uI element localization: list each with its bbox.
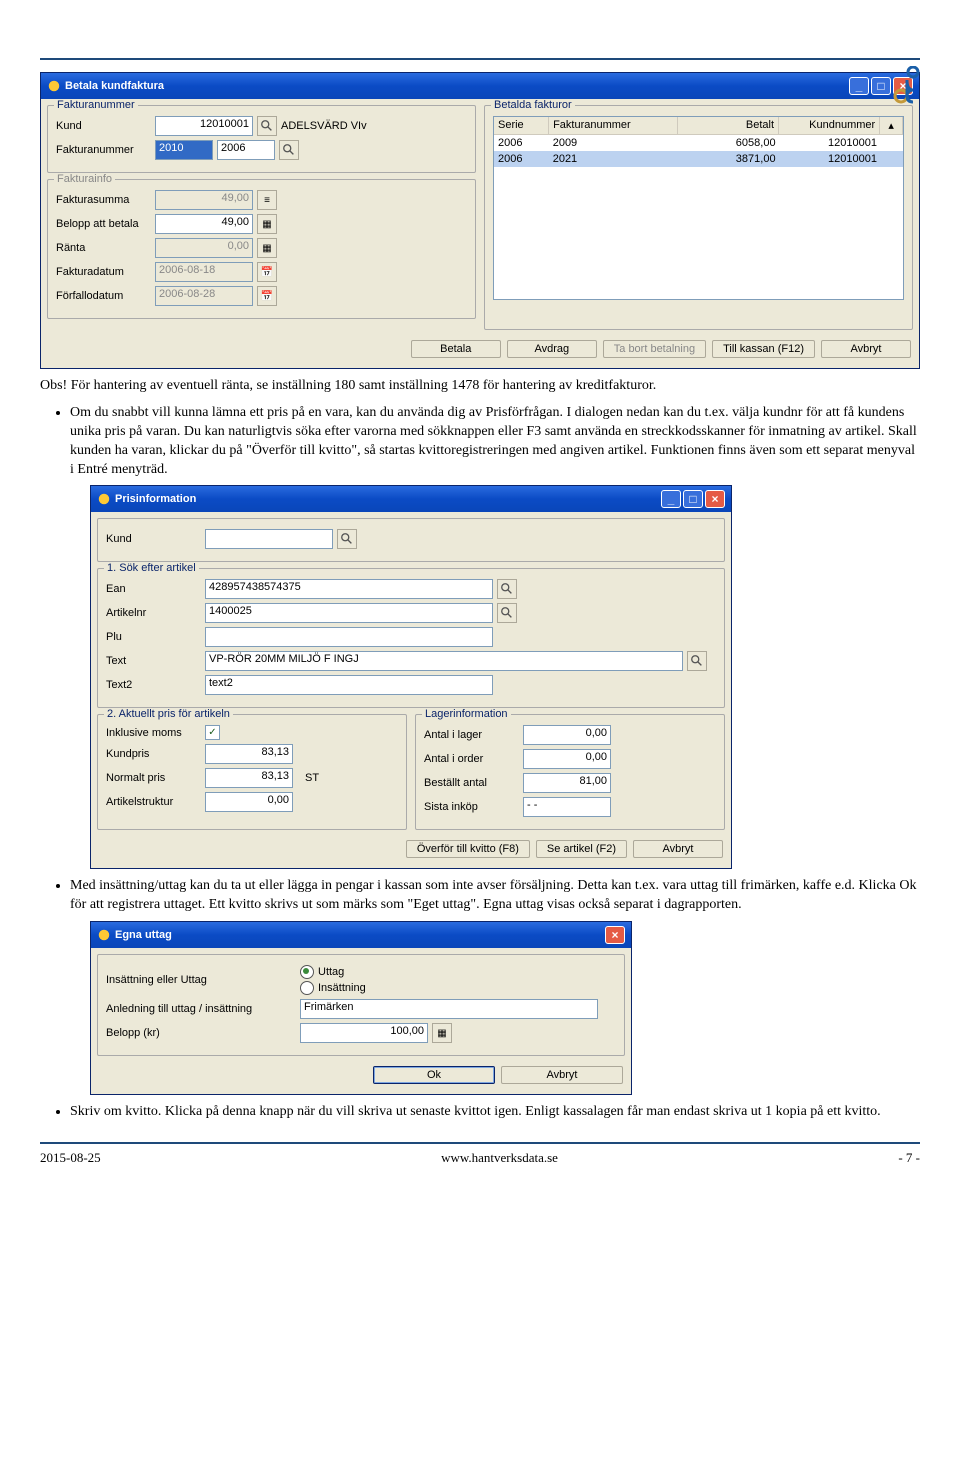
search-icon[interactable] <box>687 651 707 671</box>
calculator-icon[interactable]: ▦ <box>432 1023 452 1043</box>
kund-input[interactable]: 12010001 <box>155 116 253 136</box>
ean-input[interactable]: 428957438574375 <box>205 579 493 599</box>
dialog-prisinformation: Prisinformation _ □ × Kund 1. Sök efter … <box>90 485 732 869</box>
group-aktuellt-pris: 2. Aktuellt pris för artikeln Inklusive … <box>97 714 407 830</box>
para-obs: Obs! För hantering av eventuell ränta, s… <box>40 377 920 396</box>
group-kund: Kund <box>97 518 725 562</box>
listview-row[interactable]: 2006 2021 3871,00 12010001 <box>494 151 903 167</box>
kund-name: ADELSVÄRD VIv <box>281 120 367 132</box>
listview-header: Serie Fakturanummer Betalt Kundnummer ▴ <box>494 117 903 135</box>
titlebar: Egna uttag × <box>91 922 631 948</box>
group-fakturainfo: Fakturainfo Fakturasumma49,00≡ Belopp at… <box>47 179 476 319</box>
maximize-button[interactable]: □ <box>683 490 703 508</box>
bullet-3: Skriv om kvitto. Klicka på denna knapp n… <box>70 1103 920 1122</box>
till-kassan-button[interactable]: Till kassan (F12) <box>712 340 815 358</box>
avbryt-button[interactable]: Avbryt <box>821 340 911 358</box>
window-title: Prisinformation <box>115 493 196 505</box>
avdrag-button[interactable]: Avdrag <box>507 340 597 358</box>
fnr1-input[interactable]: 2010 <box>155 140 213 160</box>
footer: 2015-08-25 www.hantverksdata.se - 7 - <box>40 1142 920 1166</box>
listview-row[interactable]: 2006 2009 6058,00 12010001 <box>494 135 903 151</box>
uttag-radio[interactable] <box>300 965 314 979</box>
group-sok-artikel: 1. Sök efter artikel Ean428957438574375 … <box>97 568 725 708</box>
app-icon <box>47 79 61 93</box>
insattning-radio[interactable] <box>300 981 314 995</box>
belopp-input[interactable]: 49,00 <box>155 214 253 234</box>
se-artikel-button[interactable]: Se artikel (F2) <box>536 840 627 858</box>
betala-button[interactable]: Betala <box>411 340 501 358</box>
info-icon[interactable]: ≡ <box>257 190 277 210</box>
calendar-icon[interactable]: 📅 <box>257 262 277 282</box>
bullet-2: Med insättning/uttag kan du ta ut eller … <box>70 877 920 915</box>
anledning-input[interactable]: Frimärken <box>300 999 598 1019</box>
avbryt-button[interactable]: Avbryt <box>633 840 723 858</box>
info-icon[interactable]: ▦ <box>257 238 277 258</box>
footer-url: www.hantverksdata.se <box>441 1150 558 1166</box>
bullet-1: Om du snabbt vill kunna lämna ett pris p… <box>70 404 920 480</box>
logo-icon <box>892 66 920 106</box>
footer-page: - 7 - <box>898 1150 920 1166</box>
tabort-button[interactable]: Ta bort betalning <box>603 340 706 358</box>
scrollbar-up-icon[interactable]: ▴ <box>880 117 903 134</box>
plu-input[interactable] <box>205 627 493 647</box>
app-icon <box>97 492 111 506</box>
app-icon <box>97 928 111 942</box>
artikelnr-input[interactable]: 1400025 <box>205 603 493 623</box>
moms-checkbox[interactable]: ✓ <box>205 725 220 740</box>
group-egna-uttag: Insättning eller Uttag Uttag Insättning … <box>97 954 625 1056</box>
belopp-input[interactable]: 100,00 <box>300 1023 428 1043</box>
group-betalda: Betalda fakturor Serie Fakturanummer Bet… <box>484 105 913 330</box>
avbryt-button[interactable]: Avbryt <box>501 1066 623 1084</box>
window-title: Betala kundfaktura <box>65 80 164 92</box>
dialog-betala-kundfaktura: Betala kundfaktura _ □ × Fakturanummer K… <box>40 72 920 369</box>
calendar-icon[interactable]: 📅 <box>257 286 277 306</box>
minimize-button[interactable]: _ <box>661 490 681 508</box>
search-icon[interactable] <box>497 579 517 599</box>
search-icon[interactable] <box>497 603 517 623</box>
ok-button[interactable]: Ok <box>373 1066 495 1084</box>
maximize-button[interactable]: □ <box>871 77 891 95</box>
fnr2-input[interactable]: 2006 <box>217 140 275 160</box>
titlebar: Betala kundfaktura _ □ × <box>41 73 919 99</box>
search-icon[interactable] <box>279 140 299 160</box>
close-button[interactable]: × <box>605 926 625 944</box>
dialog-egna-uttag: Egna uttag × Insättning eller Uttag Utta… <box>90 921 632 1095</box>
top-rule <box>40 58 920 60</box>
kund-input[interactable] <box>205 529 333 549</box>
titlebar: Prisinformation _ □ × <box>91 486 731 512</box>
paid-listview[interactable]: Serie Fakturanummer Betalt Kundnummer ▴ … <box>493 116 904 300</box>
overfor-button[interactable]: Överför till kvitto (F8) <box>406 840 530 858</box>
window-title: Egna uttag <box>115 929 172 941</box>
footer-date: 2015-08-25 <box>40 1150 101 1166</box>
search-icon[interactable] <box>257 116 277 136</box>
text2-input[interactable]: text2 <box>205 675 493 695</box>
text-input[interactable]: VP-RÖR 20MM MILJÖ F INGJ <box>205 651 683 671</box>
search-icon[interactable] <box>337 529 357 549</box>
group-lagerinformation: Lagerinformation Antal i lager0,00 Antal… <box>415 714 725 830</box>
group-fakturanummer: Fakturanummer Kund 12010001 ADELSVÄRD VI… <box>47 105 476 173</box>
close-button[interactable]: × <box>705 490 725 508</box>
calculator-icon[interactable]: ▦ <box>257 214 277 234</box>
minimize-button[interactable]: _ <box>849 77 869 95</box>
